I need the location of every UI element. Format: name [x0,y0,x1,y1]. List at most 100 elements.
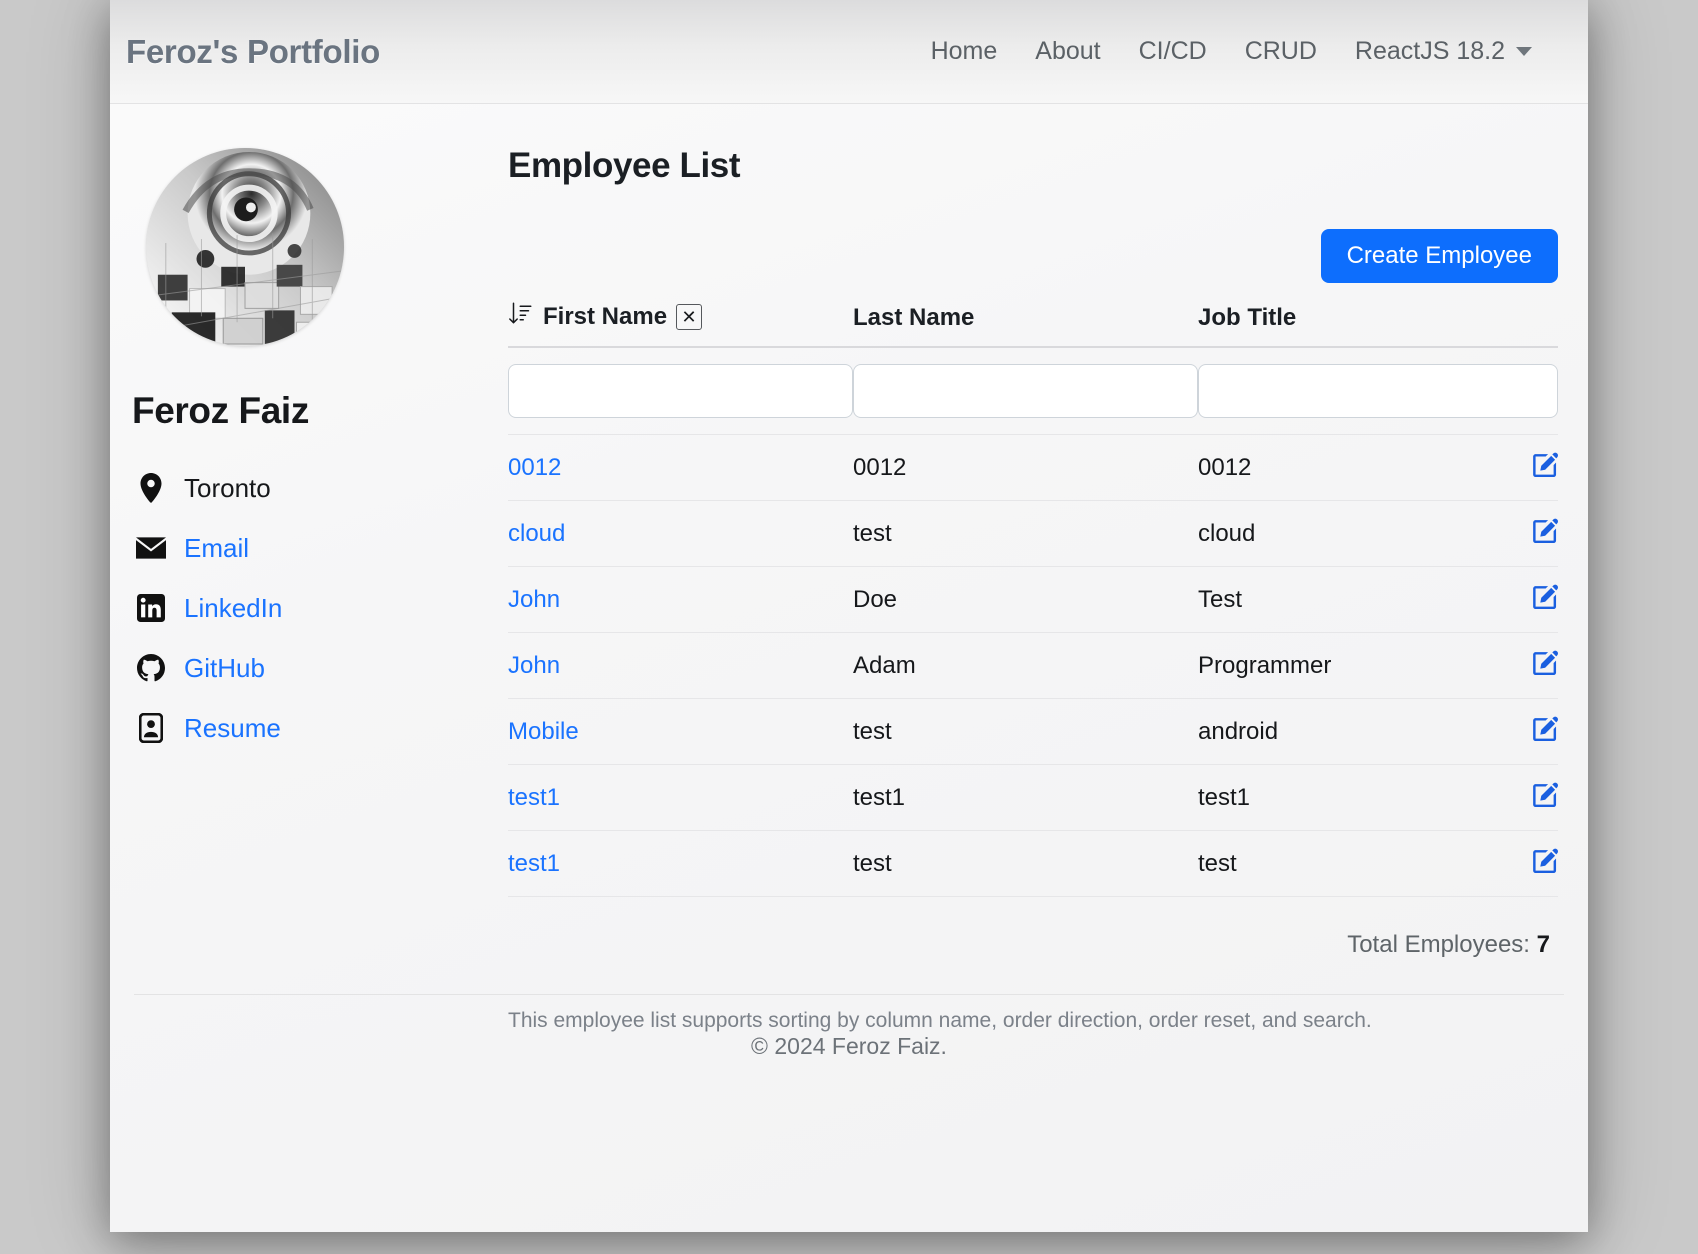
cell-job-title: test1 [1198,764,1438,831]
sort-reset-button[interactable]: ✕ [676,303,703,330]
employee-link[interactable]: cloud [508,520,565,547]
sidebar-item-github[interactable]: GitHub [130,638,480,698]
nav-links: Home About CI/CD CRUD ReactJS 18.2 [931,37,1564,66]
cell-job-title: Test [1198,566,1438,633]
cell-first-name: test1 [508,764,853,831]
column-header-label: First Name [543,302,668,330]
sidebar-item-label[interactable]: Email [184,533,249,564]
table-row: test1 test test [508,830,1558,897]
sort-alpha-down-icon[interactable] [508,301,534,332]
cell-last-name: test [853,500,1198,567]
nav-dropdown-label: ReactJS 18.2 [1354,37,1505,65]
nav-link-home[interactable]: Home [931,37,998,66]
table-row: Mobile test android [508,698,1558,765]
edit-pencil-square-icon[interactable] [1532,649,1558,682]
table-row: John Adam Programmer [508,632,1558,699]
brand-title[interactable]: Feroz's Portfolio [118,33,380,71]
sidebar-item-resume[interactable]: Resume [130,698,480,758]
cell-actions [1438,566,1558,633]
table-row: cloud test cloud [508,500,1558,567]
cell-job-title: Programmer [1198,632,1438,699]
nav-dropdown-reactjs[interactable]: ReactJS 18.2 [1355,37,1532,66]
employee-link[interactable]: test1 [508,850,560,877]
person-name: Feroz Faiz [132,390,309,431]
cell-actions [1438,764,1558,831]
column-header-last-name[interactable]: Last Name [853,301,1198,348]
column-header-label: Last Name [853,304,975,331]
cell-last-name: 0012 [853,434,1198,501]
main-panel: Employee List Create Employee First Name… [480,104,1588,1032]
sidebar-links: Toronto Email LinkedIn GitHub Resume [130,458,480,758]
table-row: John Doe Test [508,566,1558,633]
top-navbar: Feroz's Portfolio Home About CI/CD CRUD … [110,0,1588,104]
create-employee-button[interactable]: Create Employee [1320,229,1558,283]
cell-actions [1438,632,1558,699]
sidebar-item-label[interactable]: Resume [184,713,281,744]
sidebar-item-label[interactable]: GitHub [184,653,265,684]
cell-first-name: John [508,566,853,633]
sidebar-item-location: Toronto [130,458,480,518]
cell-actions [1438,830,1558,897]
table-row: 0012 0012 0012 [508,434,1558,501]
person-badge-icon [136,713,166,743]
help-text: This employee list supports sorting by c… [508,1009,1372,1032]
filter-cell-last-name [853,347,1198,435]
total-employees: Total Employees: 7 [508,931,1558,959]
column-header-job-title[interactable]: Job Title [1198,301,1438,348]
cell-last-name: Adam [853,632,1198,699]
cell-last-name: test [853,830,1198,897]
footer-copyright: © 2024 Feroz Faiz. [751,1033,947,1059]
table-body: 0012 0012 0012 cloud test cloud John Doe… [508,347,1558,897]
edit-pencil-square-icon[interactable] [1532,847,1558,880]
edit-pencil-square-icon[interactable] [1532,781,1558,814]
page-content: Feroz Faiz Toronto Email LinkedIn GitHub… [110,104,1588,1032]
table-head: First Name ✕ Last Name Job Title [508,301,1558,348]
filter-cell-job-title [1198,347,1558,435]
create-button-row: Create Employee [508,229,1558,283]
profile-sidebar: Feroz Faiz Toronto Email LinkedIn GitHub… [110,104,480,994]
location-pin-icon [136,473,166,503]
nav-link-cicd[interactable]: CI/CD [1139,37,1207,66]
cell-first-name: cloud [508,500,853,567]
cell-actions [1438,434,1558,501]
chevron-down-icon [1516,47,1532,56]
employee-link[interactable]: 0012 [508,454,561,481]
nav-link-about[interactable]: About [1035,37,1100,66]
employee-link[interactable]: Mobile [508,718,579,745]
edit-pencil-square-icon[interactable] [1532,715,1558,748]
nav-link-crud[interactable]: CRUD [1245,37,1317,66]
edit-pencil-square-icon[interactable] [1532,517,1558,550]
filter-row [508,347,1558,435]
cell-first-name: test1 [508,830,853,897]
sidebar-item-email[interactable]: Email [130,518,480,578]
column-header-label: Job Title [1198,304,1297,331]
github-icon [136,653,166,683]
employee-link[interactable]: John [508,586,560,613]
edit-pencil-square-icon[interactable] [1532,583,1558,616]
filter-input-job-title[interactable] [1198,364,1558,418]
filter-cell-first-name [508,347,853,435]
cell-last-name: Doe [853,566,1198,633]
cell-job-title: android [1198,698,1438,765]
filter-input-first-name[interactable] [508,364,853,418]
sidebar-item-label[interactable]: LinkedIn [184,593,282,624]
cell-job-title: test [1198,830,1438,897]
edit-pencil-square-icon[interactable] [1532,451,1558,484]
sidebar-item-label: Toronto [184,472,271,503]
page-title: Employee List [508,146,741,185]
browser-page: Feroz's Portfolio Home About CI/CD CRUD … [110,0,1588,1232]
employee-link[interactable]: test1 [508,784,560,811]
employee-table: First Name ✕ Last Name Job Title 0012 00… [508,301,1558,897]
column-header-first-name[interactable]: First Name ✕ [508,301,853,348]
sidebar-item-linkedin[interactable]: LinkedIn [130,578,480,638]
envelope-icon [136,533,166,563]
cell-last-name: test [853,698,1198,765]
cell-actions [1438,698,1558,765]
total-employees-label: Total Employees: [1347,931,1530,958]
column-header-actions [1438,301,1558,348]
cell-job-title: 0012 [1198,434,1438,501]
linkedin-icon [136,593,166,623]
filter-input-last-name[interactable] [853,364,1198,418]
employee-link[interactable]: John [508,652,560,679]
cell-last-name: test1 [853,764,1198,831]
